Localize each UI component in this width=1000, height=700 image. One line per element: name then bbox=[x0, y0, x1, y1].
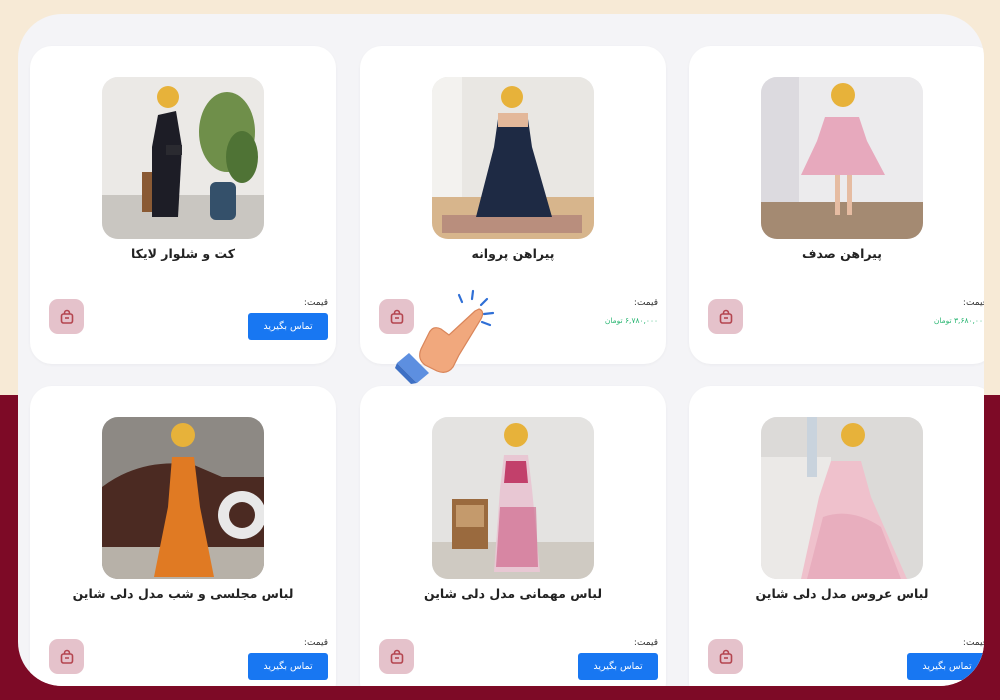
shopping-bag-icon bbox=[719, 649, 732, 664]
contact-button[interactable]: تماس بگیرید bbox=[248, 313, 328, 340]
product-image[interactable] bbox=[761, 417, 923, 579]
add-to-cart-button[interactable] bbox=[49, 639, 84, 674]
product-image[interactable] bbox=[102, 77, 264, 239]
price-label: قیمت: bbox=[303, 298, 328, 308]
product-title[interactable]: پیراهن صدف bbox=[699, 246, 984, 261]
product-image[interactable] bbox=[761, 77, 923, 239]
shopping-bag-icon bbox=[719, 309, 732, 324]
product-image[interactable] bbox=[102, 417, 264, 579]
add-to-cart-button[interactable] bbox=[379, 639, 414, 674]
price-value: ۶,۷۸۰,۰۰۰ تومان bbox=[604, 316, 658, 325]
product-title[interactable]: لباس عروس مدل دلی شاین bbox=[699, 586, 984, 601]
add-to-cart-button[interactable] bbox=[708, 639, 743, 674]
product-title[interactable]: پیراهن پروانه bbox=[370, 246, 656, 261]
product-card[interactable]: لباس مهمانی مدل دلی شاین قیمت: تماس بگیر… bbox=[360, 386, 666, 686]
product-title[interactable]: کت و شلوار لایکا bbox=[40, 246, 326, 261]
shopping-bag-icon bbox=[390, 649, 403, 664]
shopping-bag-icon bbox=[60, 649, 73, 664]
contact-button[interactable]: تماس بگیرید bbox=[578, 653, 658, 680]
shopping-bag-icon bbox=[60, 309, 73, 324]
product-card[interactable]: کت و شلوار لایکا قیمت: تماس بگیرید bbox=[30, 46, 336, 364]
product-card[interactable]: لباس عروس مدل دلی شاین قیمت: تماس بگیرید bbox=[689, 386, 984, 686]
contact-button[interactable]: تماس بگیرید bbox=[907, 653, 984, 680]
price-label: قیمت: bbox=[633, 638, 658, 648]
product-card[interactable]: پیراهن صدف قیمت: ۳,۶۸۰,۰۰۰ تومان bbox=[689, 46, 984, 364]
add-to-cart-button[interactable] bbox=[708, 299, 743, 334]
tapping-hand-icon bbox=[395, 289, 495, 384]
contact-button[interactable]: تماس بگیرید bbox=[248, 653, 328, 680]
product-image[interactable] bbox=[432, 417, 594, 579]
price-label: قیمت: bbox=[962, 638, 984, 648]
product-title[interactable]: لباس مجلسی و شب مدل دلی شاین bbox=[40, 586, 326, 601]
price-label: قیمت: bbox=[962, 298, 984, 308]
add-to-cart-button[interactable] bbox=[49, 299, 84, 334]
product-grid-panel: کت و شلوار لایکا قیمت: تماس بگیرید پیراه… bbox=[18, 14, 984, 686]
price-label: قیمت: bbox=[633, 298, 658, 308]
product-title[interactable]: لباس مهمانی مدل دلی شاین bbox=[370, 586, 656, 601]
price-value: ۳,۶۸۰,۰۰۰ تومان bbox=[933, 316, 984, 325]
price-label: قیمت: bbox=[303, 638, 328, 648]
product-card[interactable]: لباس مجلسی و شب مدل دلی شاین قیمت: تماس … bbox=[30, 386, 336, 686]
product-image[interactable] bbox=[432, 77, 594, 239]
